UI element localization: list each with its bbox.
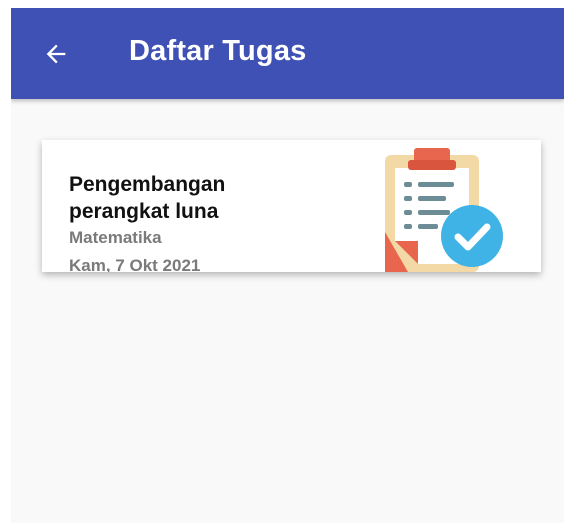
task-title: Pengembangan perangkat luna	[69, 173, 226, 223]
app-bar: Daftar Tugas	[11, 8, 564, 99]
task-date: Kam, 7 Okt 2021	[69, 256, 201, 272]
back-button[interactable]	[35, 33, 77, 75]
task-card[interactable]: Pengembangan perangkat luna Matematika K…	[42, 140, 541, 272]
arrow-left-icon	[46, 44, 66, 64]
screen: Daftar Tugas Pengembangan perangkat luna…	[11, 8, 564, 523]
page-title: Daftar Tugas	[129, 35, 307, 67]
task-subject: Matematika	[69, 228, 162, 247]
clipboard-check-icon	[385, 148, 503, 272]
